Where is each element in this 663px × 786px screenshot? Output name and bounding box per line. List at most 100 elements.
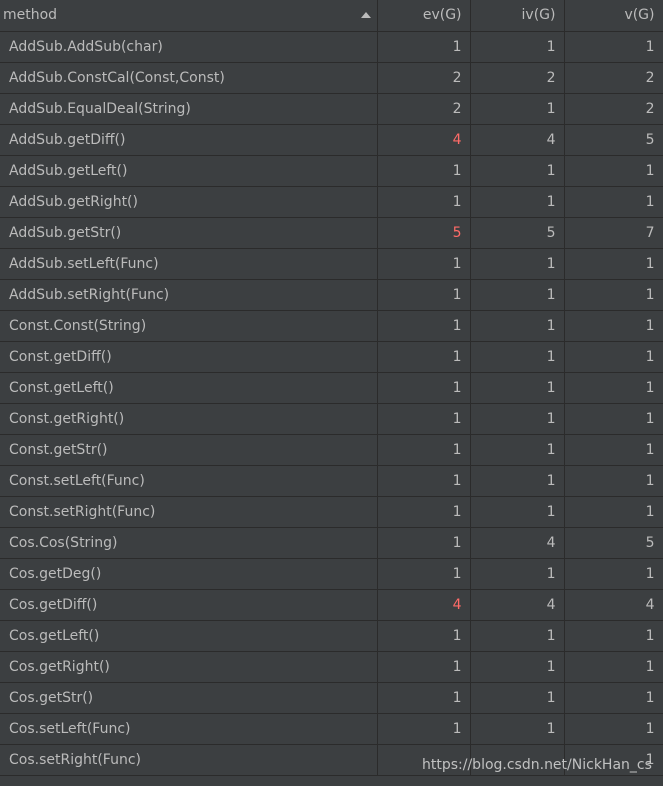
table-row[interactable]: AddSub.getLeft() 1 1 1: [0, 155, 663, 187]
table-row[interactable]: Const.setLeft(Func) 1 1 1: [0, 465, 663, 497]
ev-cell: 1: [377, 186, 471, 218]
table-row[interactable]: Const.getRight() 1 1 1: [0, 403, 663, 435]
method-cell: Cos.setRight(Func): [0, 744, 378, 776]
iv-cell: 5: [470, 217, 565, 249]
column-header-iv[interactable]: iv(G): [470, 0, 565, 32]
ev-cell: 2: [377, 62, 471, 94]
iv-cell: 1: [470, 558, 565, 590]
table-row[interactable]: AddSub.setLeft(Func) 1 1 1: [0, 248, 663, 280]
method-cell: Cos.setLeft(Func): [0, 713, 378, 745]
table-row[interactable]: Cos.setLeft(Func) 1 1 1: [0, 713, 663, 745]
v-cell: 1: [564, 651, 663, 683]
v-cell: 1: [564, 279, 663, 311]
table-row[interactable]: Const.getDiff() 1 1 1: [0, 341, 663, 373]
ev-cell: 1: [377, 558, 471, 590]
v-cell: 1: [564, 744, 663, 776]
header-row: method ev(G) iv(G) v(G): [0, 0, 663, 32]
iv-cell: [470, 744, 565, 776]
v-cell: 2: [564, 62, 663, 94]
iv-cell: 1: [470, 713, 565, 745]
ev-cell: 1: [377, 620, 471, 652]
iv-cell: 1: [470, 496, 565, 528]
method-cell: Cos.getDiff(): [0, 589, 378, 621]
v-cell: 1: [564, 496, 663, 528]
v-cell: 1: [564, 310, 663, 342]
method-cell: AddSub.AddSub(char): [0, 31, 378, 63]
table-row[interactable]: AddSub.getDiff() 4 4 5: [0, 124, 663, 156]
table-row[interactable]: Const.Const(String) 1 1 1: [0, 310, 663, 342]
iv-cell: 1: [470, 31, 565, 63]
iv-cell: 1: [470, 682, 565, 714]
v-cell: 1: [564, 403, 663, 435]
iv-cell: 1: [470, 155, 565, 187]
column-header-label: iv(G): [521, 7, 556, 24]
method-cell: Const.getRight(): [0, 403, 378, 435]
column-header-label: ev(G): [422, 7, 462, 24]
ev-cell: [377, 744, 471, 776]
column-header-v[interactable]: v(G): [564, 0, 663, 32]
ev-cell: 5: [377, 217, 471, 249]
method-cell: Const.setRight(Func): [0, 496, 378, 528]
table-row[interactable]: Cos.getDiff() 4 4 4: [0, 589, 663, 621]
ev-cell: 1: [377, 155, 471, 187]
v-cell: 1: [564, 155, 663, 187]
iv-cell: 1: [470, 248, 565, 280]
iv-cell: 1: [470, 403, 565, 435]
ev-cell: 1: [377, 434, 471, 466]
table-row[interactable]: Cos.getDeg() 1 1 1: [0, 558, 663, 590]
ev-cell: 1: [377, 341, 471, 373]
metrics-table: method ev(G) iv(G) v(G) AddSub.AddSub(ch…: [0, 0, 663, 776]
table-row[interactable]: Const.getStr() 1 1 1: [0, 434, 663, 466]
iv-cell: 1: [470, 186, 565, 218]
v-cell: 1: [564, 31, 663, 63]
table-row[interactable]: Cos.setRight(Func) 1: [0, 744, 663, 776]
table-row[interactable]: Const.setRight(Func) 1 1 1: [0, 496, 663, 528]
table-row[interactable]: AddSub.AddSub(char) 1 1 1: [0, 31, 663, 63]
ev-cell: 1: [377, 248, 471, 280]
iv-cell: 2: [470, 62, 565, 94]
column-header-ev[interactable]: ev(G): [377, 0, 471, 32]
table-row[interactable]: Cos.Cos(String) 1 4 5: [0, 527, 663, 559]
iv-cell: 1: [470, 93, 565, 125]
iv-cell: 1: [470, 310, 565, 342]
v-cell: 1: [564, 465, 663, 497]
method-cell: AddSub.getRight(): [0, 186, 378, 218]
ev-cell: 1: [377, 31, 471, 63]
table-row[interactable]: AddSub.setRight(Func) 1 1 1: [0, 279, 663, 311]
v-cell: 1: [564, 372, 663, 404]
ev-cell: 4: [377, 124, 471, 156]
table-row[interactable]: Cos.getLeft() 1 1 1: [0, 620, 663, 652]
v-cell: 1: [564, 341, 663, 373]
table-row[interactable]: Cos.getStr() 1 1 1: [0, 682, 663, 714]
iv-cell: 4: [470, 589, 565, 621]
v-cell: 1: [564, 434, 663, 466]
method-cell: Cos.getDeg(): [0, 558, 378, 590]
table-row[interactable]: Const.getLeft() 1 1 1: [0, 372, 663, 404]
method-cell: Const.getLeft(): [0, 372, 378, 404]
method-cell: AddSub.getStr(): [0, 217, 378, 249]
iv-cell: 4: [470, 527, 565, 559]
table-row[interactable]: AddSub.EqualDeal(String) 2 1 2: [0, 93, 663, 125]
v-cell: 1: [564, 682, 663, 714]
method-cell: AddSub.setRight(Func): [0, 279, 378, 311]
iv-cell: 1: [470, 279, 565, 311]
iv-cell: 1: [470, 341, 565, 373]
table-row[interactable]: Cos.getRight() 1 1 1: [0, 651, 663, 683]
v-cell: 2: [564, 93, 663, 125]
column-header-method[interactable]: method: [0, 0, 378, 32]
v-cell: 1: [564, 186, 663, 218]
v-cell: 7: [564, 217, 663, 249]
iv-cell: 4: [470, 124, 565, 156]
ev-cell: 1: [377, 403, 471, 435]
v-cell: 5: [564, 527, 663, 559]
ev-cell: 1: [377, 682, 471, 714]
ev-cell: 1: [377, 496, 471, 528]
sort-ascending-icon[interactable]: [360, 12, 371, 18]
column-header-label: method: [3, 7, 58, 24]
table-row[interactable]: AddSub.getRight() 1 1 1: [0, 186, 663, 218]
ev-cell: 1: [377, 651, 471, 683]
table-row[interactable]: AddSub.getStr() 5 5 7: [0, 217, 663, 249]
method-cell: AddSub.ConstCal(Const,Const): [0, 62, 378, 94]
ev-cell: 1: [377, 279, 471, 311]
table-row[interactable]: AddSub.ConstCal(Const,Const) 2 2 2: [0, 62, 663, 94]
